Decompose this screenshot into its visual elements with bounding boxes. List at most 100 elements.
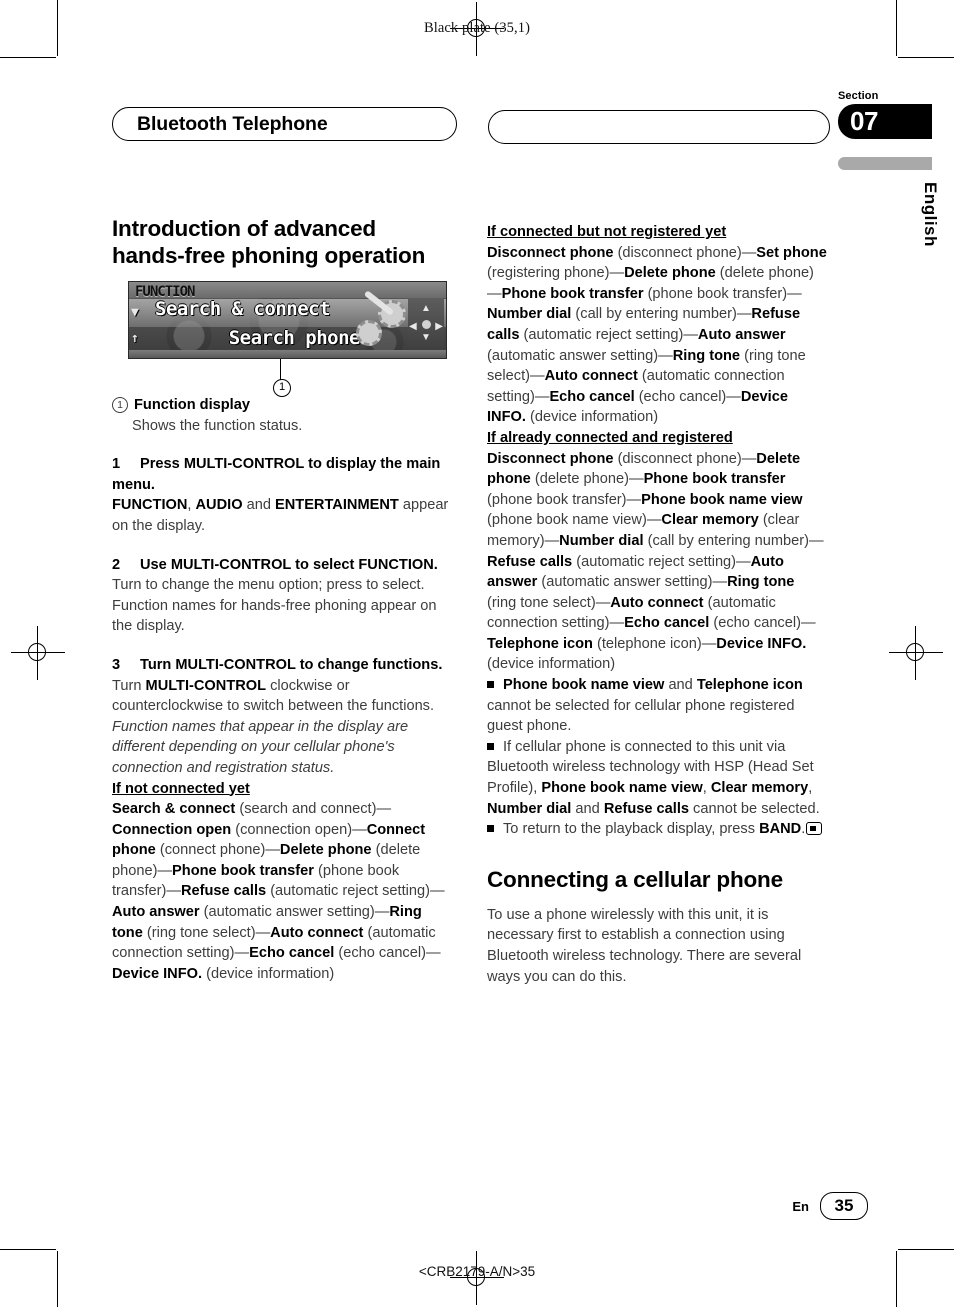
callout-description: Shows the function status. [132,417,303,434]
r2-number-dial: Number dial [559,532,644,549]
band-button-icon [806,822,823,836]
connecting-section-heading: Connecting a cellular phone [487,866,783,892]
fn-device-info: Device INFO. [112,965,203,982]
callout-label: Function display [134,397,250,413]
note3-text-1: To return to the playback display, press [503,821,760,838]
fn-phone-book-transfer: Phone book transfer [172,862,314,879]
step-1-heading: Press MULTI-CONTROL to display the main … [112,456,441,493]
r2-auto-answer-paren: (automatic answer setting) [541,574,713,591]
note1-term-2: Telephone icon [696,677,803,694]
registration-mark-right [889,626,943,680]
note2-sep-1: , [702,780,711,797]
right-function-chain-1: Disconnect phone (disconnect phone)—Set … [487,244,827,426]
fn-connection-open-paren: (connection open) [235,821,353,838]
r2-ring-tone: Ring tone [727,574,795,591]
r2-disconnect-phone-paren: (disconnect phone) [617,450,742,467]
fn-echo-cancel: Echo cancel [249,945,335,962]
square-bullet-icon [487,825,494,833]
lcd-figure: FUNCTION ▼ ↑ Search & connect Search pho… [128,281,447,397]
page-footer: En 35 [792,1192,868,1220]
lcd-bottom-bar [129,350,446,358]
note2-term-4: Refuse calls [603,800,689,817]
chapter-title: Bluetooth Telephone [137,112,328,135]
note1-text-2: cannot be selected for cellular phone re… [487,697,795,735]
r1-echo-cancel-paren: (echo cancel) [638,388,727,405]
r2-phone-book-transfer: Phone book transfer [643,471,786,488]
step-2-title: 2 Use MULTI-CONTROL to select FUNCTION. [112,555,452,576]
step-3-heading: Turn MULTI-CONTROL to change functions. [140,656,443,673]
fn-echo-cancel-paren: (echo cancel) [338,945,426,962]
section-number-badge: 07 [838,104,932,139]
connecting-section-body: To use a phone wirelessly with this unit… [487,906,802,985]
registration-mark-left [11,626,65,680]
r1-number-dial: Number dial [487,306,572,323]
square-bullet-icon [487,742,494,750]
crop-mark-top-left-horizontal [0,57,56,58]
step-1-number: 1 [112,456,121,473]
r1-auto-answer: Auto answer [697,326,786,343]
r2-phone-book-name-view: Phone book name view [641,491,803,508]
r1-auto-answer-paren: (automatic answer setting) [487,347,659,364]
right-subhead-connected-not-registered: If connected but not registered yet [487,222,827,243]
callout-marker-1: 1 [273,379,291,397]
left-section-heading: Introduction of advanced hands-free phon… [112,216,426,268]
note-bullet-3: To return to the playback display, press… [487,819,827,840]
fn-refuse-calls: Refuse calls [180,883,267,900]
step-1-sep-1: , [187,497,196,514]
lcd-menu-line-1: Search & connect [155,298,331,320]
r2-refuse-calls: Refuse calls [487,553,573,570]
fn-refuse-calls-paren: (automatic reject setting) [270,883,430,900]
r1-delete-phone: Delete phone [624,265,716,282]
note1-text-1: and [664,677,697,694]
callout-number-circle: 1 [112,397,128,413]
r1-disconnect-phone: Disconnect phone [487,244,614,261]
crop-mark-bottom-left-vertical [57,1251,58,1307]
fn-connection-open: Connection open [112,821,232,838]
step-3-number: 3 [112,656,121,673]
step-3-body: Turn MULTI-CONTROL clockwise or counterc… [112,676,452,717]
crop-mark-bottom-right-horizontal [898,1249,954,1250]
r1-refuse-calls-paren: (automatic reject setting) [523,326,684,343]
r2-echo-cancel-paren: (echo cancel) [713,615,801,632]
crop-mark-top-right-horizontal [898,57,954,58]
language-bar [838,157,932,170]
note2-term-2: Clear memory [710,780,809,797]
right-subhead-already-connected: If already connected and registered [487,428,827,449]
left-subhead-not-connected: If not connected yet [112,779,452,800]
print-code-footer: <CRB2179-A/N>35 [418,1264,536,1279]
note2-term-1: Phone book name view [541,780,703,797]
step-3-italic-note: Function names that appear in the displa… [112,718,409,776]
r1-set-phone: Set phone [756,244,827,261]
r2-phone-book-transfer-paren: (phone book transfer) [487,491,627,508]
r1-device-info-paren: (device information) [529,409,659,426]
fn-auto-answer-paren: (automatic answer setting) [203,904,375,921]
lcd-indicator-down-icon: ↑ [131,331,139,346]
r1-phone-book-transfer: Phone book transfer [501,285,644,302]
step-1-term-audio: AUDIO [195,497,243,514]
r1-delete-phone-paren: (delete phone) [719,265,814,282]
step-1-body: FUNCTION, AUDIO and ENTERTAINMENT appear… [112,495,452,536]
section-word-label: Section [838,90,879,102]
footer-language-code: En [792,1198,809,1214]
fn-search-connect-paren: (search and connect) [239,801,377,818]
note-bullet-2: If cellular phone is connected to this u… [487,737,827,819]
fn-auto-answer: Auto answer [112,904,200,921]
language-label: English [921,182,940,247]
step-2-body-2: Function names for hands-free phoning ap… [112,597,437,635]
manual-page: Black plate (35,1) <CRB2179-A/N>35 Secti… [0,0,954,1307]
right-subhead-already-connected-text: If already connected and registered [487,429,733,446]
note-bullet-1: Phone book name view and Telephone icon … [487,675,827,737]
step-2-heading: Use MULTI-CONTROL to select FUNCTION. [140,556,438,573]
lcd-display-image: FUNCTION ▼ ↑ Search & connect Search pho… [128,281,447,359]
left-subhead-not-connected-text: If not connected yet [112,780,250,797]
r1-ring-tone: Ring tone [672,347,741,364]
lcd-indicator-up-icon: ▼ [131,305,139,320]
step-2-number: 2 [112,556,121,573]
r2-refuse-calls-paren: (automatic reject setting) [576,553,737,570]
crop-mark-bottom-left-horizontal [0,1249,56,1250]
r2-disconnect-phone: Disconnect phone [487,450,614,467]
note2-sep-2: , [808,780,813,797]
note2-term-3: Number dial [487,800,572,817]
note3-term-band: BAND [759,821,802,838]
lcd-dpad-icon: ▲ ▼ ◀ ▶ [408,298,444,350]
